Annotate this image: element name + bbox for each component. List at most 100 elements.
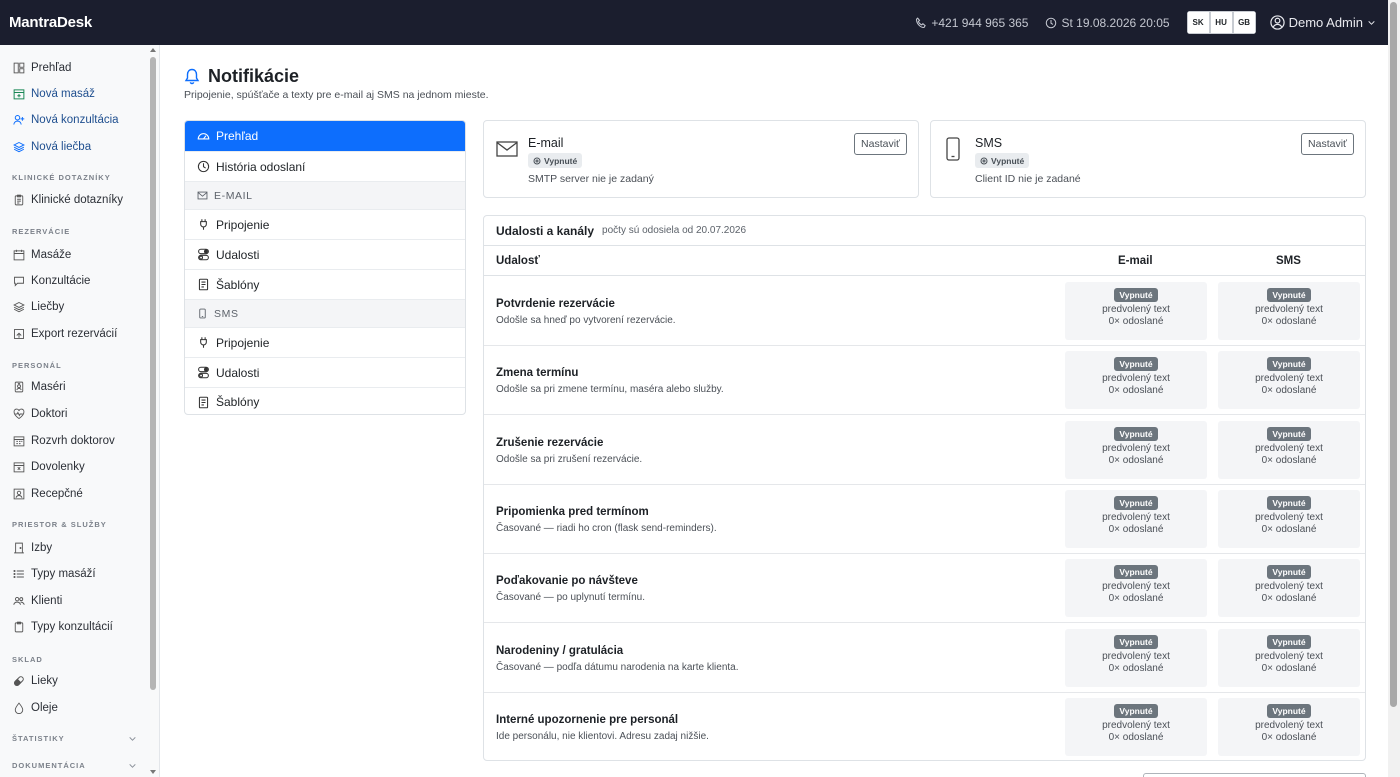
menu-item-email-pripojenie[interactable]: Pripojenie <box>185 209 465 239</box>
menu-item-historia[interactable]: História odoslaní <box>185 151 465 181</box>
event-sms-cell[interactable]: Vypnuté predvolený text 0× odoslané <box>1218 351 1360 410</box>
sidebar-item-konzultacie[interactable]: Konzultácie <box>13 273 90 289</box>
sms-settings-button[interactable]: Nastaviť <box>1301 133 1354 155</box>
status-badge-label: Vypnuté <box>991 155 1025 166</box>
sidebar-item-label: Dovolenky <box>31 461 85 473</box>
column-header-sms: SMS <box>1276 255 1301 267</box>
menu-item-email-udalosti[interactable]: Udalosti <box>185 239 465 269</box>
events-subtitle: počty sú odosiela od 20.07.2026 <box>602 225 747 236</box>
scroll-down-arrow[interactable] <box>150 770 156 774</box>
channel-note: SMTP server nie je zadaný <box>528 173 654 185</box>
brand-logo[interactable]: MantraDesk <box>9 14 92 31</box>
sidebar-item-label: Nová masáž <box>31 88 95 100</box>
event-email-cell[interactable]: Vypnuté predvolený text 0× odoslané <box>1065 559 1207 618</box>
menu-item-sms-sablony[interactable]: Šablóny <box>185 387 465 414</box>
sidebar-item-label: Klinické dotazníky <box>31 194 124 206</box>
status-badge: Vypnuté <box>1114 495 1158 510</box>
lang-gb-button[interactable]: GB <box>1232 11 1256 34</box>
sidebar-item-klienti[interactable]: Klienti <box>13 593 62 609</box>
menu-item-sms-pripojenie[interactable]: Pripojenie <box>185 327 465 357</box>
sidebar-item-typy-masazi[interactable]: Typy masáží <box>13 566 96 582</box>
sidebar-scrollbar-thumb[interactable] <box>150 57 156 690</box>
menu-section-label: E-MAIL <box>214 189 253 202</box>
sidebar-item-typy-konzultacii[interactable]: Typy konzultácií <box>13 619 113 635</box>
event-email-cell[interactable]: Vypnuté predvolený text 0× odoslané <box>1065 628 1207 687</box>
top-navbar: MantraDesk +421 944 965 365 St 19.08.202… <box>0 0 1388 45</box>
bottom-button-edge[interactable] <box>1143 773 1366 777</box>
sidebar-item-maseri[interactable]: Maséri <box>13 379 66 395</box>
sidebar-section-klinicke: KLINICKÉ DOTAZNÍKY <box>12 173 111 182</box>
event-sms-cell[interactable]: Vypnuté predvolený text 0× odoslané <box>1218 628 1360 687</box>
menu-item-email-sablony[interactable]: Šablóny <box>185 269 465 299</box>
sidebar-item-izby[interactable]: Izby <box>13 540 52 556</box>
status-badge: Vypnuté <box>1114 288 1158 302</box>
sidebar-section-statistiky[interactable]: ŠTATISTIKY <box>12 734 137 743</box>
language-switcher: SK HU GB <box>1186 11 1256 34</box>
sidebar-item-doktori[interactable]: Doktori <box>13 406 67 422</box>
lang-hu-button[interactable]: HU <box>1209 11 1233 34</box>
sent-count: 0× odoslané <box>1261 316 1317 327</box>
power-icon <box>533 157 541 164</box>
channel-card-sms: SMS Vypnuté Client ID nie je zadané Nast… <box>930 120 1366 198</box>
bell-icon <box>184 68 200 85</box>
sidebar-item-prehlad[interactable]: Prehľad <box>13 60 71 76</box>
table-row: Poďakovanie po návšteve Časované — po upl… <box>484 554 1365 624</box>
menu-item-label: História odoslaní <box>216 159 306 174</box>
sidebar-item-recepcne[interactable]: Recepčné <box>13 486 83 502</box>
template-label: predvolený text <box>1255 373 1323 385</box>
event-email-cell[interactable]: Vypnuté predvolený text 0× odoslané <box>1065 282 1207 340</box>
sidebar-item-nova-liecba[interactable]: Nová liečba <box>13 139 91 155</box>
user-menu[interactable]: Demo Admin <box>1269 15 1376 30</box>
topbar-right: +421 944 965 365 St 19.08.2026 20:05 SK … <box>915 11 1379 34</box>
event-sms-cell[interactable]: Vypnuté predvolený text 0× odoslané <box>1218 420 1360 479</box>
event-title: Zrušenie rezervácie <box>496 436 604 449</box>
sidebar-item-nova-konzultacia[interactable]: Nová konzultácia <box>13 112 119 128</box>
layers-icon <box>13 301 25 313</box>
event-sms-cell[interactable]: Vypnuté predvolený text 0× odoslané <box>1218 282 1360 340</box>
sidebar-section-dokumentacia[interactable]: DOKUMENTÁCIA <box>12 761 137 770</box>
template-label: predvolený text <box>1102 719 1170 731</box>
heart-pulse-icon <box>13 408 25 420</box>
sidebar-item-lieky[interactable]: Lieky <box>13 673 58 689</box>
channel-name: E-mail <box>528 136 564 150</box>
event-sms-cell[interactable]: Vypnuté predvolený text 0× odoslané <box>1218 489 1360 548</box>
event-email-cell[interactable]: Vypnuté predvolený text 0× odoslané <box>1065 697 1207 756</box>
template-label: predvolený text <box>1255 581 1323 593</box>
page-scrollbar[interactable] <box>1388 0 1400 777</box>
sidebar-item-nova-masaz[interactable]: Nová masáž <box>13 86 95 102</box>
event-sms-cell[interactable]: Vypnuté predvolený text 0× odoslané <box>1218 559 1360 618</box>
page-scrollbar-thumb[interactable] <box>1390 2 1397 707</box>
sidebar-item-liecby[interactable]: Liečby <box>13 299 64 315</box>
lang-sk-button[interactable]: SK <box>1186 11 1210 34</box>
menu-item-label: Šablóny <box>216 277 260 292</box>
people-icon <box>13 596 25 605</box>
chevron-down-icon <box>129 764 136 768</box>
event-title: Interné upozornenie pre personál <box>496 713 679 726</box>
menu-item-sms-udalosti[interactable]: Udalosti <box>185 357 465 387</box>
sidebar-item-label: Nová liečba <box>31 141 92 153</box>
sidebar-item-label: Lieky <box>31 675 58 687</box>
event-sms-cell[interactable]: Vypnuté predvolený text 0× odoslané <box>1218 697 1360 756</box>
table-row: Zrušenie rezervácie Odošle sa pri zrušení… <box>484 416 1365 485</box>
sidebar-item-dovolenky[interactable]: Dovolenky <box>13 459 85 475</box>
event-email-cell[interactable]: Vypnuté predvolený text 0× odoslané <box>1065 351 1207 410</box>
menu-item-prehlad[interactable]: Prehľad <box>185 121 465 151</box>
phone-number[interactable]: +421 944 965 365 <box>931 16 1028 30</box>
events-card-header: Udalosti a kanály počty sú odosiela od 2… <box>484 216 1365 246</box>
sidebar-scrollbar[interactable] <box>149 45 158 777</box>
menu-item-label: Udalosti <box>216 365 260 380</box>
sidebar-item-klinicke-dotazniky[interactable]: Klinické dotazníky <box>13 192 123 208</box>
sidebar-item-export[interactable]: Export rezervácií <box>13 326 117 342</box>
table-row: Potvrdenie rezervácie Odošle sa hneď po v… <box>484 277 1365 346</box>
event-email-cell[interactable]: Vypnuté predvolený text 0× odoslané <box>1065 489 1207 548</box>
template-label: predvolený text <box>1102 442 1170 454</box>
file-text-icon <box>198 396 209 408</box>
sidebar-item-oleje[interactable]: Oleje <box>13 700 58 716</box>
scroll-up-arrow[interactable] <box>150 48 156 52</box>
person-plus-icon <box>13 115 25 125</box>
phone-icon <box>916 16 927 28</box>
event-email-cell[interactable]: Vypnuté predvolený text 0× odoslané <box>1065 420 1207 479</box>
email-settings-button[interactable]: Nastaviť <box>854 133 907 155</box>
sidebar-item-rozvrh[interactable]: Rozvrh doktorov <box>13 433 115 449</box>
sidebar-item-masaze[interactable]: Masáže <box>13 247 71 263</box>
